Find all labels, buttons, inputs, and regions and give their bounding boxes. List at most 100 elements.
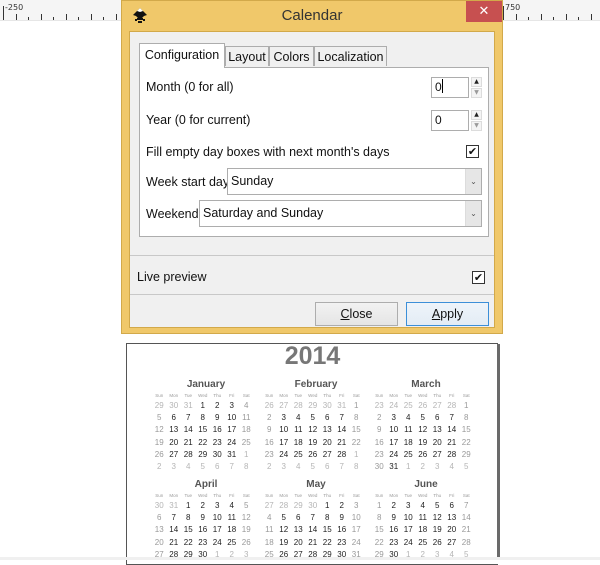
day-cell: 14 bbox=[447, 425, 457, 435]
weekend-select[interactable]: Saturday and Sunday ⌄ bbox=[199, 200, 482, 227]
tab-localization[interactable]: Localization bbox=[314, 46, 387, 66]
ruler-tick bbox=[66, 14, 67, 20]
weekday-label: Fri bbox=[449, 393, 455, 398]
year-spinbox[interactable]: 0 bbox=[431, 110, 469, 131]
month-spinbox[interactable]: 0 bbox=[431, 77, 469, 98]
day-cell: 2 bbox=[420, 461, 425, 471]
week-row: 29 30 31 1 2 3 4 bbox=[152, 400, 260, 412]
week-start-select[interactable]: Sunday ⌄ bbox=[227, 168, 482, 195]
week-row: 2345678 bbox=[372, 412, 480, 424]
day-cell: 17 bbox=[389, 437, 399, 447]
day-cell: 13 bbox=[447, 513, 457, 523]
weekday-label: Sat bbox=[462, 493, 470, 498]
day-cell: 30 bbox=[154, 501, 164, 510]
week-row: 2345678 bbox=[262, 461, 370, 473]
day-cell: 2 bbox=[157, 461, 162, 471]
day-cell: 26 bbox=[241, 537, 251, 547]
day-cell: 30 bbox=[212, 449, 222, 459]
week-start-label: Week start day bbox=[146, 175, 230, 189]
apply-label: pply bbox=[440, 307, 464, 321]
day-cell: 31 bbox=[227, 449, 237, 459]
week-row: 2345678 bbox=[152, 461, 260, 473]
month-value: 0 bbox=[435, 80, 442, 94]
tab-configuration[interactable]: Configuration bbox=[139, 43, 225, 68]
weekday-label: Fri bbox=[449, 493, 455, 498]
day-cell: 10 bbox=[279, 425, 289, 435]
month-name: April bbox=[194, 479, 218, 490]
live-preview-checkbox[interactable]: ✔ bbox=[472, 271, 485, 284]
day-cell: 25 bbox=[241, 437, 251, 447]
weekday-label: Wed bbox=[418, 493, 428, 498]
weekday-label: Thu bbox=[213, 393, 222, 398]
weekday-label: Wed bbox=[308, 393, 318, 398]
day-cell: 9 bbox=[200, 513, 205, 523]
day-cell: 9 bbox=[267, 425, 272, 435]
fill-empty-checkbox[interactable]: ✔ bbox=[466, 145, 479, 158]
day-cell: 7 bbox=[339, 413, 344, 423]
day-cell: 19 bbox=[308, 437, 318, 447]
day-cell: 11 bbox=[294, 425, 303, 435]
day-cell: 5 bbox=[244, 501, 249, 510]
tab-colors[interactable]: Colors bbox=[269, 46, 314, 66]
day-cell: 19 bbox=[432, 525, 442, 535]
live-preview-label: Live preview bbox=[137, 270, 207, 284]
weekday-label: Tue bbox=[404, 393, 413, 398]
day-cell: 30 bbox=[374, 461, 384, 471]
month-increment-icon[interactable]: ▲ bbox=[471, 77, 482, 87]
day-cell: 1 bbox=[464, 401, 469, 410]
day-cell: 24 bbox=[351, 537, 361, 547]
day-cell: 10 bbox=[212, 513, 222, 523]
calendar-month: June Sun Mon Tue Wed Thu Fri Sat 1 2 3 4 5 6 7 8 9 10 11 12… bbox=[372, 479, 480, 561]
month-stepper[interactable]: ▲ ▼ bbox=[471, 77, 482, 98]
day-cell: 29 bbox=[154, 401, 164, 410]
year-decrement-icon[interactable]: ▼ bbox=[471, 121, 482, 131]
weekday-label: Mon bbox=[169, 493, 179, 498]
apply-button[interactable]: Apply bbox=[406, 302, 489, 326]
weekday-label: Sun bbox=[155, 393, 164, 398]
day-cell: 6 bbox=[157, 513, 162, 523]
weekday-label: Wed bbox=[198, 493, 208, 498]
year-increment-icon[interactable]: ▲ bbox=[471, 110, 482, 120]
day-cell: 11 bbox=[242, 413, 251, 423]
weekday-label: Fri bbox=[229, 393, 235, 398]
ruler-tick bbox=[528, 17, 529, 20]
day-cell: 13 bbox=[432, 425, 442, 435]
window-close-button[interactable]: ✕ bbox=[466, 1, 502, 22]
weekday-label: Fri bbox=[339, 393, 345, 398]
month-decrement-icon[interactable]: ▼ bbox=[471, 88, 482, 98]
day-cell: 21 bbox=[183, 437, 193, 447]
day-cell: 4 bbox=[267, 513, 272, 523]
close-button[interactable]: Close bbox=[315, 302, 398, 326]
day-cell: 7 bbox=[171, 513, 176, 523]
day-cell: 22 bbox=[351, 437, 361, 447]
week-row: 5 6 7 8 9 10 11 bbox=[152, 412, 260, 424]
tab-layout[interactable]: Layout bbox=[225, 46, 269, 66]
weekday-label: Sun bbox=[375, 393, 384, 398]
chevron-down-icon: ⌄ bbox=[465, 201, 481, 226]
page-shadow bbox=[497, 344, 500, 560]
weekday-label: Wed bbox=[418, 393, 428, 398]
week-row: 12 13 14 15 16 17 18 bbox=[152, 424, 260, 436]
day-cell: 11 bbox=[404, 425, 413, 435]
dialog-titlebar[interactable]: Calendar ✕ bbox=[122, 1, 502, 32]
day-cell: 20 bbox=[432, 437, 442, 447]
day-cell: 23 bbox=[374, 449, 384, 459]
day-cell: 10 bbox=[227, 413, 237, 423]
week-row: 16 17 18 19 20 21 22 bbox=[372, 437, 480, 449]
day-cell: 3 bbox=[435, 461, 440, 471]
day-cell: 1 bbox=[354, 449, 359, 459]
month-name: February bbox=[294, 379, 338, 390]
weekday-label: Sun bbox=[265, 493, 274, 498]
day-cell: 20 bbox=[447, 525, 457, 535]
ruler-tick bbox=[16, 14, 17, 20]
day-cell: 8 bbox=[200, 413, 205, 423]
day-cell: 14 bbox=[183, 425, 193, 435]
day-cell: 21 bbox=[308, 537, 318, 547]
day-cell: 10 bbox=[389, 425, 399, 435]
day-cell: 13 bbox=[154, 525, 164, 535]
day-cell: 18 bbox=[293, 437, 303, 447]
day-cell: 6 bbox=[435, 413, 440, 423]
year-stepper[interactable]: ▲ ▼ bbox=[471, 110, 482, 131]
week-row: 6 7 8 9 10 11 12 bbox=[152, 512, 260, 524]
ruler-tick bbox=[103, 17, 104, 20]
